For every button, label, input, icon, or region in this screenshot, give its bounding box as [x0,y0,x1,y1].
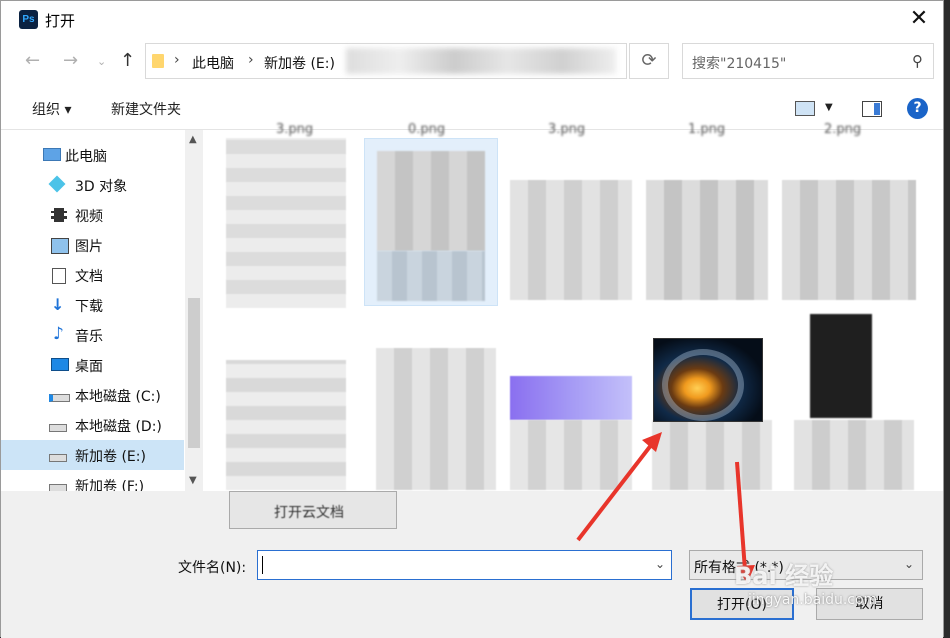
document-icon [52,268,66,284]
file-thumbnail[interactable] [510,180,632,300]
drive-icon [49,424,67,432]
sidebar-item-music[interactable]: ♪ 音乐 [1,320,184,350]
forward-arrow-icon[interactable]: → [63,50,78,71]
sidebar-item-pictures[interactable]: 图片 [1,230,184,260]
file-name-label: 1.png [688,122,726,137]
sidebar-scrollbar[interactable]: ▲ ▼ [185,130,203,491]
file-thumbnail[interactable] [226,138,346,308]
sidebar-item-drive-d[interactable]: 本地磁盘 (D:) [1,410,184,440]
sidebar-item-this-pc[interactable]: 此电脑 [1,140,184,170]
sidebar-item-label: 本地磁盘 (C:) [75,389,161,405]
preview-pane-icon[interactable] [862,101,882,117]
background-edge [944,0,950,637]
breadcrumb-drive-e[interactable]: 新加卷 (E:) [264,53,335,73]
scroll-up-icon[interactable]: ▲ [189,134,197,145]
chevron-down-icon[interactable]: ⌄ [655,557,665,571]
address-bar[interactable]: › 此电脑 › 新加卷 (E:) [145,43,627,79]
sidebar-item-label: 3D 对象 [75,179,128,195]
desktop-icon [51,358,69,371]
sidebar-item-desktop[interactable]: 桌面 [1,350,184,380]
navigation-pane: 此电脑 3D 对象 视频 图片 文档 ↓ 下载 ♪ 音乐 桌面 本地磁盘 (C:… [1,130,204,495]
sidebar-item-label: 文档 [75,269,103,285]
file-name-label: 3.png [276,122,314,137]
sidebar-item-label: 音乐 [75,329,103,345]
search-input[interactable]: 搜索"210415" [692,53,786,73]
music-icon: ♪ [53,324,64,344]
sidebar-item-drive-e[interactable]: 新加卷 (E:) [1,440,184,470]
filename-label: 文件名(N): [178,560,247,576]
baidu-watermark-url: jingyan.baidu.com [748,592,878,608]
sidebar-item-label: 下载 [75,299,103,315]
folder-icon [152,54,164,68]
cube-icon [48,175,66,193]
drive-icon [49,454,67,462]
close-button[interactable]: ✕ [905,5,933,33]
command-bar: 组织 ▾ 新建文件夹 ▼ ? [1,87,943,130]
target-photo-thumbnail[interactable] [653,338,763,422]
file-thumbnail[interactable] [782,180,916,300]
file-thumbnail-caption [510,420,632,490]
sidebar-item-3d-objects[interactable]: 3D 对象 [1,170,184,200]
back-arrow-icon[interactable]: ← [25,50,40,71]
file-thumbnail-caption [652,420,772,490]
file-thumbnail[interactable] [226,360,346,490]
file-thumbnail-selected[interactable] [364,138,498,306]
organize-menu[interactable]: 组织 ▾ [32,99,71,119]
recent-dropdown-icon[interactable]: ⌄ [97,55,106,68]
new-folder-button[interactable]: 新建文件夹 [111,99,181,119]
sidebar-item-label: 本地磁盘 (D:) [75,419,162,435]
refresh-button[interactable]: ⟳ [629,43,669,79]
file-list: 3.png 0.png 3.png 1.png 2.png [204,122,943,491]
sidebar-item-label: 桌面 [75,359,103,375]
picture-icon [51,238,69,254]
file-open-dialog: Ps 打开 ✕ ← → ⌄ ↑ › 此电脑 › 新加卷 (E:) ⟳ 搜索"21… [0,0,944,638]
sidebar-item-downloads[interactable]: ↓ 下载 [1,290,184,320]
scroll-down-icon[interactable]: ▼ [189,475,197,486]
dialog-title: 打开 [45,12,76,30]
sidebar-item-documents[interactable]: 文档 [1,260,184,290]
baidu-watermark: Bai 经验 [734,562,834,590]
chevron-right-icon: › [174,52,180,68]
file-thumbnail-dark[interactable] [810,314,872,418]
open-cloud-doc-label: 打开云文档 [274,505,344,521]
view-dropdown-icon[interactable]: ▼ [825,102,833,113]
file-thumbnail[interactable] [510,376,632,420]
video-icon [51,208,67,222]
chevron-down-icon: ⌄ [903,557,914,571]
file-thumbnail[interactable] [376,348,496,490]
search-box[interactable]: 搜索"210415" ⚲ [682,43,934,79]
file-name-label: 3.png [548,122,586,137]
up-arrow-icon[interactable]: ↑ [120,50,135,71]
help-button[interactable]: ? [907,98,928,119]
filename-input[interactable]: ⌄ [257,550,672,580]
breadcrumb-this-pc[interactable]: 此电脑 [192,53,234,73]
photoshop-icon: Ps [19,10,38,29]
search-icon: ⚲ [912,52,923,70]
sidebar-item-label: 新加卷 (E:) [75,449,146,465]
text-caret [262,556,263,574]
drive-icon [49,394,70,402]
sidebar-item-label: 视频 [75,209,103,225]
sidebar-item-label: 此电脑 [65,149,107,165]
file-name-label: 0.png [408,122,446,137]
file-thumbnail[interactable] [646,180,768,300]
file-name-label: 2.png [824,122,862,137]
title-bar: Ps 打开 ✕ [1,1,943,37]
download-icon: ↓ [51,295,65,314]
sidebar-item-drive-c[interactable]: 本地磁盘 (C:) [1,380,184,410]
chevron-right-icon: › [248,52,254,68]
file-thumbnail-caption [794,420,914,490]
open-cloud-doc-button[interactable]: 打开云文档 [229,491,397,529]
sidebar-item-videos[interactable]: 视频 [1,200,184,230]
computer-icon [43,148,61,161]
change-view-icon[interactable] [795,101,815,116]
navigation-bar: ← → ⌄ ↑ › 此电脑 › 新加卷 (E:) ⟳ 搜索"210415" ⚲ [1,37,943,87]
sidebar-item-label: 图片 [75,239,103,255]
scrollbar-thumb[interactable] [188,298,200,448]
blurred-path-segment [346,48,616,74]
